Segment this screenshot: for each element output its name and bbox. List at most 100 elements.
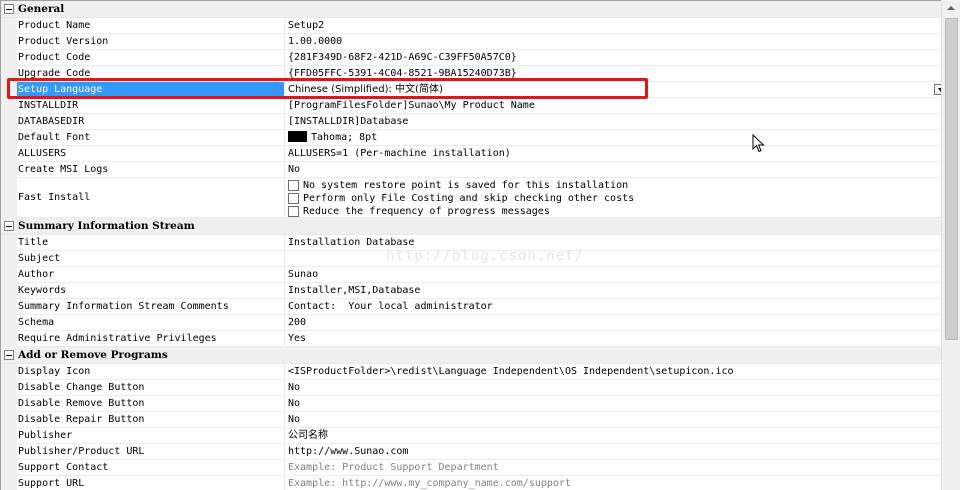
row-databasedir[interactable]: DATABASEDIR [INSTALLDIR]Database	[1, 114, 941, 130]
row-allusers[interactable]: ALLUSERS ALLUSERS=1 (Per-machine install…	[1, 146, 941, 162]
row-disable-change[interactable]: Disable Change Button No	[1, 380, 941, 396]
section-summary[interactable]: Summary Information Stream	[1, 218, 941, 235]
row-create-msi-logs[interactable]: Create MSI Logs No	[1, 162, 941, 178]
property-name: Default Font	[17, 130, 285, 146]
row-setup-language[interactable]: Setup Language Chinese (Simplified): 中文(…	[1, 82, 941, 98]
row-support-url[interactable]: Support URL Example: http://www.my_compa…	[1, 476, 941, 490]
section-general[interactable]: General	[1, 1, 941, 18]
row-disable-repair[interactable]: Disable Repair Button No	[1, 412, 941, 428]
scrollbar-thumb[interactable]	[945, 18, 958, 340]
row-comments[interactable]: Summary Information Stream Comments Cont…	[1, 299, 941, 315]
property-value[interactable]: Example: Product Support Department	[285, 460, 941, 476]
property-value[interactable]: {FFD05FFC-5391-4C04-8521-9BA15240D73B}	[285, 66, 941, 82]
property-value[interactable]: <ISProductFolder>\redist\Language Indepe…	[285, 364, 941, 380]
property-value[interactable]: No	[285, 396, 941, 412]
property-name: Disable Repair Button	[17, 412, 285, 428]
property-name: Upgrade Code	[17, 66, 285, 82]
property-value[interactable]: Yes	[285, 331, 941, 347]
checkbox-option[interactable]: Reduce the frequency of progress message…	[288, 205, 941, 217]
row-fast-install[interactable]: Fast Install No system restore point is …	[1, 178, 941, 218]
dropdown-arrow-icon[interactable]	[934, 84, 941, 95]
row-require-admin[interactable]: Require Administrative Privileges Yes	[1, 331, 941, 347]
property-value[interactable]	[285, 251, 941, 267]
row-support-contact[interactable]: Support Contact Example: Product Support…	[1, 460, 941, 476]
row-publisher[interactable]: Publisher 公司名称	[1, 428, 941, 444]
property-name: Display Icon	[17, 364, 285, 380]
property-value: Tahoma; 8pt	[311, 132, 378, 143]
property-value[interactable]: Installation Database	[285, 235, 941, 251]
row-schema[interactable]: Schema 200	[1, 315, 941, 331]
checkbox-label: No system restore point is saved for thi…	[303, 180, 629, 191]
checkbox-option[interactable]: Perform only File Costing and skip check…	[288, 192, 941, 205]
property-value[interactable]: 公司名称	[285, 428, 941, 444]
property-value[interactable]: Example: http://www.my_company_name.com/…	[285, 476, 941, 490]
scroll-up-icon[interactable]	[942, 0, 960, 17]
property-value[interactable]: Contact: Your local administrator	[285, 299, 941, 315]
property-name: ALLUSERS	[17, 146, 285, 162]
row-keywords[interactable]: Keywords Installer,MSI,Database	[1, 283, 941, 299]
property-name: Author	[17, 267, 285, 283]
row-installdir[interactable]: INSTALLDIR [ProgramFilesFolder]Sunao\My …	[1, 98, 941, 114]
row-product-name[interactable]: Product Name Setup2	[1, 18, 941, 34]
collapse-icon[interactable]	[4, 4, 14, 14]
property-name: Support URL	[17, 476, 285, 490]
property-name: Publisher/Product URL	[17, 444, 285, 460]
mouse-cursor-icon	[752, 134, 765, 153]
property-value[interactable]: No	[285, 412, 941, 428]
checkbox[interactable]	[288, 180, 299, 191]
fast-install-options: No system restore point is saved for thi…	[285, 178, 941, 218]
property-name: INSTALLDIR	[17, 98, 285, 114]
checkbox-label: Reduce the frequency of progress message…	[303, 206, 550, 217]
property-value[interactable]: Installer,MSI,Database	[285, 283, 941, 299]
checkbox-label: Perform only File Costing and skip check…	[303, 193, 635, 204]
row-product-version[interactable]: Product Version 1.00.0000	[1, 34, 941, 50]
property-name: Schema	[17, 315, 285, 331]
property-name: Product Code	[17, 50, 285, 66]
property-name: Support Contact	[17, 460, 285, 476]
property-value[interactable]: {281F349D-68F2-421D-A69C-C39FF50A57C0}	[285, 50, 941, 66]
row-author[interactable]: Author Sunao	[1, 267, 941, 283]
checkbox-option[interactable]: No system restore point is saved for thi…	[288, 179, 941, 192]
row-title[interactable]: Title Installation Database	[1, 235, 941, 251]
property-value[interactable]: [ProgramFilesFolder]Sunao\My Product Nam…	[285, 98, 941, 114]
row-upgrade-code[interactable]: Upgrade Code {FFD05FFC-5391-4C04-8521-9B…	[1, 66, 941, 82]
property-name: Disable Change Button	[17, 380, 285, 396]
row-product-code[interactable]: Product Code {281F349D-68F2-421D-A69C-C3…	[1, 50, 941, 66]
property-name: Product Name	[17, 18, 285, 34]
vertical-scrollbar[interactable]	[941, 0, 960, 490]
property-name: Create MSI Logs	[17, 162, 285, 178]
property-value[interactable]: No	[285, 162, 941, 178]
property-value[interactable]: 200	[285, 315, 941, 331]
property-value[interactable]: ALLUSERS=1 (Per-machine installation)	[285, 146, 941, 162]
row-default-font[interactable]: Default Font Tahoma; 8pt	[1, 130, 941, 146]
row-disable-remove[interactable]: Disable Remove Button No	[1, 396, 941, 412]
section-title: Summary Information Stream	[18, 220, 195, 232]
property-name: Publisher	[17, 428, 285, 444]
collapse-icon[interactable]	[4, 350, 14, 360]
section-add-remove-programs[interactable]: Add or Remove Programs	[1, 347, 941, 364]
setup-language-select[interactable]: Chinese (Simplified): 中文(简体)	[285, 82, 941, 98]
property-name: DATABASEDIR	[17, 114, 285, 130]
row-subject[interactable]: Subject	[1, 251, 941, 267]
property-name: Fast Install	[17, 178, 285, 218]
property-value[interactable]: Sunao	[285, 267, 941, 283]
property-name: Product Version	[17, 34, 285, 50]
property-grid: General Product Name Setup2 Product Vers…	[0, 0, 941, 490]
font-value[interactable]: Tahoma; 8pt	[285, 130, 941, 146]
property-value[interactable]: No	[285, 380, 941, 396]
checkbox[interactable]	[288, 193, 299, 204]
property-name: Setup Language	[17, 82, 285, 98]
row-publisher-url[interactable]: Publisher/Product URL http://www.Sunao.c…	[1, 444, 941, 460]
property-value[interactable]: http://www.Sunao.com	[285, 444, 941, 460]
property-name: Summary Information Stream Comments	[17, 299, 285, 315]
property-name: Disable Remove Button	[17, 396, 285, 412]
property-value[interactable]: [INSTALLDIR]Database	[285, 114, 941, 130]
property-name: Subject	[17, 251, 285, 267]
property-value[interactable]: 1.00.0000	[285, 34, 941, 50]
collapse-icon[interactable]	[4, 221, 14, 231]
section-title: Add or Remove Programs	[18, 349, 168, 361]
row-display-icon[interactable]: Display Icon <ISProductFolder>\redist\La…	[1, 364, 941, 380]
checkbox[interactable]	[288, 206, 299, 217]
property-name: Require Administrative Privileges	[17, 331, 285, 347]
property-value[interactable]: Setup2	[285, 18, 941, 34]
